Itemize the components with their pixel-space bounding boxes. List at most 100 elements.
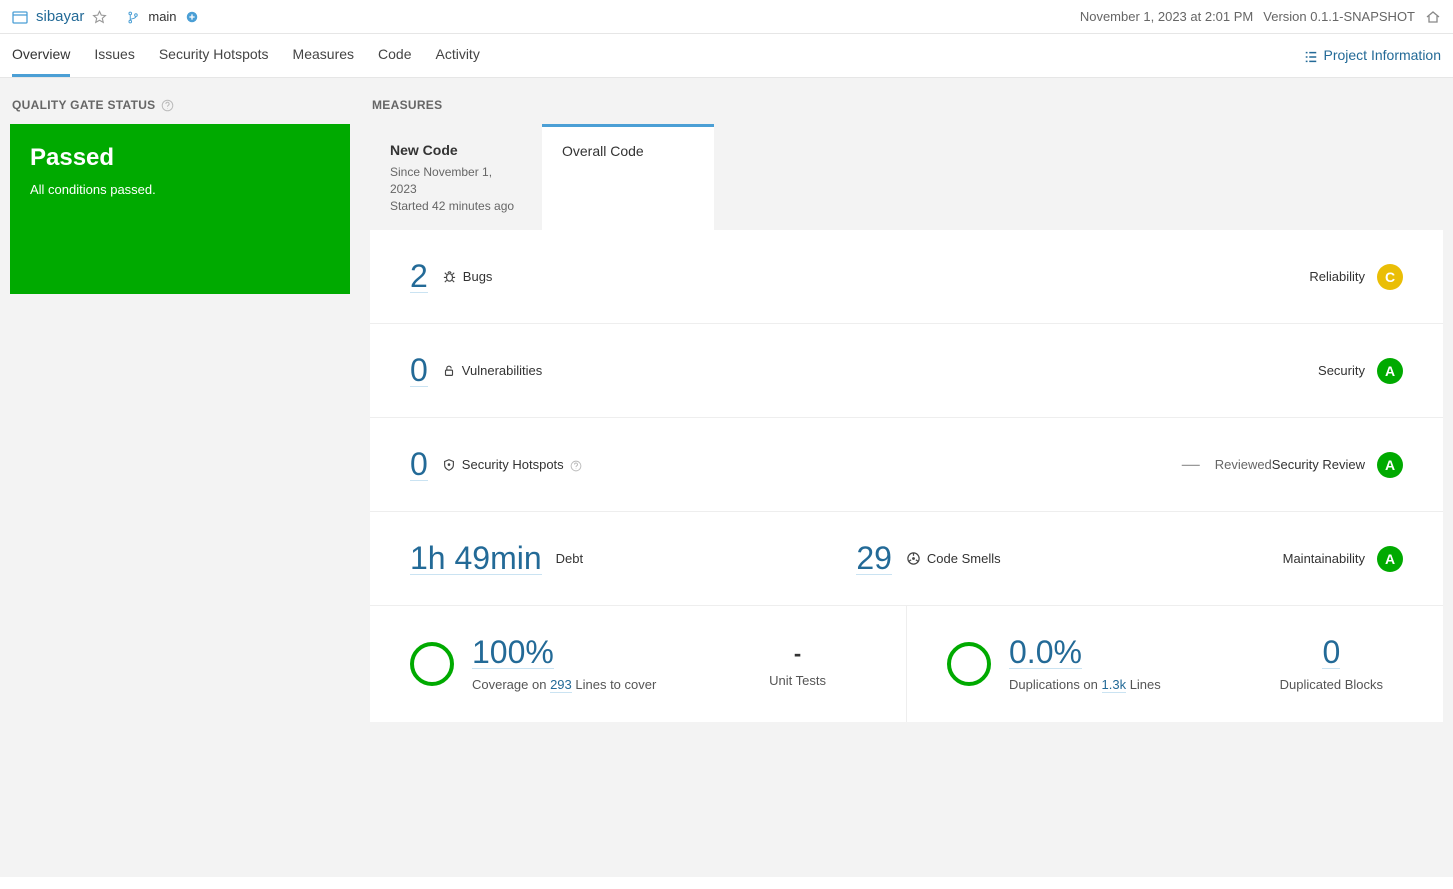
measures-title: MEASURES (370, 98, 1443, 112)
hotspots-label: Security Hotspots (462, 457, 564, 472)
coverage-lines[interactable]: 293 (550, 677, 572, 693)
panel-hotspots: 0 Security Hotspots — (370, 418, 1443, 512)
vulns-count[interactable]: 0 (410, 354, 428, 387)
tab-new-code[interactable]: New Code Since November 1, 2023 Started … (370, 124, 542, 230)
tab-new-code-since: Since November 1, 2023 (390, 164, 522, 198)
tab-new-code-title: New Code (390, 142, 522, 158)
smells-label: Code Smells (927, 551, 1001, 566)
reviewed-dash: — (1182, 454, 1201, 475)
project-header-right: November 1, 2023 at 2:01 PM Version 0.1.… (1080, 8, 1441, 25)
security-label: Security (1318, 363, 1365, 378)
duplicated-blocks-value[interactable]: 0 (1322, 636, 1340, 669)
branch-icon (127, 9, 140, 24)
panel-vulnerabilities: 0 Vulnerabilities Security A (370, 324, 1443, 418)
panel-maintainability: 1h 49min Debt 29 Code Smells (370, 512, 1443, 606)
hotspots-count[interactable]: 0 (410, 448, 428, 481)
security-rating-group: Security A (1318, 358, 1403, 384)
tab-overall-code-title: Overall Code (562, 143, 694, 159)
code-tabs: New Code Since November 1, 2023 Started … (370, 124, 1443, 230)
panel-bugs: 2 Bugs Reliability C (370, 230, 1443, 324)
coverage-value[interactable]: 100% (472, 636, 554, 669)
unit-tests-label: Unit Tests (769, 673, 826, 688)
debt-label: Debt (556, 551, 583, 566)
analysis-timestamp: November 1, 2023 at 2:01 PM (1080, 9, 1253, 24)
overview-body: QUALITY GATE STATUS Passed All condition… (0, 78, 1453, 877)
quality-gate-status: Passed (30, 144, 330, 172)
hotspots-metric: 0 Security Hotspots (410, 448, 1182, 481)
duplicated-blocks-label: Duplicated Blocks (1280, 677, 1383, 692)
hotspots-reviewed: — Reviewed (1182, 454, 1272, 475)
smells-metric: 29 Code Smells (856, 542, 1282, 575)
project-icon (12, 8, 28, 25)
shield-icon (442, 458, 456, 472)
project-version: Version 0.1.1-SNAPSHOT (1263, 9, 1415, 24)
nav-issues[interactable]: Issues (94, 34, 134, 77)
quality-gate-title: QUALITY GATE STATUS (10, 98, 350, 112)
duplications-block: 0.0% Duplications on 1.3k Lines (1009, 636, 1161, 692)
project-information-label: Project Information (1324, 47, 1442, 63)
duplications-cell: 0.0% Duplications on 1.3k Lines 0 Duplic… (907, 606, 1443, 722)
tab-overall-code[interactable]: Overall Code (542, 124, 714, 230)
coverage-donut-icon (410, 642, 454, 686)
home-icon[interactable] (1425, 8, 1441, 25)
maintainability-label: Maintainability (1283, 551, 1365, 566)
nav-code[interactable]: Code (378, 34, 411, 77)
duplications-value[interactable]: 0.0% (1009, 636, 1082, 669)
panel-coverage-duplications: 100% Coverage on 293 Lines to cover - Un… (370, 606, 1443, 722)
maintainability-rating-badge[interactable]: A (1377, 546, 1403, 572)
duplicated-blocks-block: 0 Duplicated Blocks (1280, 636, 1383, 692)
bugs-metric: 2 Bugs (410, 260, 1309, 293)
code-smell-icon (906, 551, 921, 566)
security-review-rating-badge[interactable]: A (1377, 452, 1403, 478)
vulns-metric: 0 Vulnerabilities (410, 354, 1318, 387)
reliability-rating-group: Reliability C (1309, 264, 1403, 290)
nav-measures[interactable]: Measures (293, 34, 354, 77)
smells-count[interactable]: 29 (856, 542, 892, 575)
duplications-prefix: Duplications on (1009, 677, 1102, 692)
coverage-cell: 100% Coverage on 293 Lines to cover - Un… (370, 606, 907, 722)
project-information-link[interactable]: Project Information (1304, 47, 1442, 63)
branch-name[interactable]: main (148, 9, 176, 24)
bugs-count[interactable]: 2 (410, 260, 428, 293)
lock-open-icon (442, 364, 456, 378)
bug-icon (442, 269, 457, 284)
debt-value[interactable]: 1h 49min (410, 542, 542, 575)
project-nav: Overview Issues Security Hotspots Measur… (0, 34, 1453, 78)
security-rating-badge[interactable]: A (1377, 358, 1403, 384)
add-branch-icon[interactable] (185, 9, 199, 25)
measures-main: MEASURES New Code Since November 1, 2023… (360, 78, 1453, 877)
bugs-label-group: Bugs (442, 269, 493, 284)
nav-security-hotspots[interactable]: Security Hotspots (159, 34, 269, 77)
smells-label-group: Code Smells (906, 551, 1001, 566)
quality-gate-title-text: QUALITY GATE STATUS (12, 98, 155, 112)
help-icon[interactable] (570, 457, 582, 472)
quality-gate-subtitle: All conditions passed. (30, 182, 330, 197)
duplications-subtitle: Duplications on 1.3k Lines (1009, 677, 1161, 692)
security-review-rating-group: Security Review A (1272, 452, 1403, 478)
nav-tabs: Overview Issues Security Hotspots Measur… (12, 34, 480, 77)
project-header-left: sibayar main (12, 8, 199, 25)
duplications-lines[interactable]: 1.3k (1102, 677, 1127, 693)
coverage-suffix: Lines to cover (572, 677, 657, 692)
nav-overview[interactable]: Overview (12, 34, 70, 77)
maintainability-rating-group: Maintainability A (1283, 546, 1403, 572)
quality-gate-card: Passed All conditions passed. (10, 124, 350, 294)
help-icon[interactable] (161, 98, 174, 112)
coverage-subtitle: Coverage on 293 Lines to cover (472, 677, 656, 692)
quality-gate-sidebar: QUALITY GATE STATUS Passed All condition… (0, 78, 360, 877)
unit-tests-value: - (769, 641, 826, 667)
security-review-label: Security Review (1272, 457, 1365, 472)
favorite-star-icon[interactable] (92, 8, 107, 24)
project-name[interactable]: sibayar (36, 8, 84, 25)
debt-metric: 1h 49min Debt (410, 542, 836, 575)
tab-new-code-started: Started 42 minutes ago (390, 198, 522, 215)
nav-activity[interactable]: Activity (435, 34, 479, 77)
bugs-label: Bugs (463, 269, 493, 284)
hotspots-label-group: Security Hotspots (442, 457, 582, 472)
reviewed-label: Reviewed (1215, 457, 1272, 472)
list-icon (1304, 47, 1318, 63)
duplications-donut-icon (947, 642, 991, 686)
metric-panels: 2 Bugs Reliability C 0 (370, 230, 1443, 722)
vulns-label: Vulnerabilities (462, 363, 542, 378)
reliability-rating-badge[interactable]: C (1377, 264, 1403, 290)
